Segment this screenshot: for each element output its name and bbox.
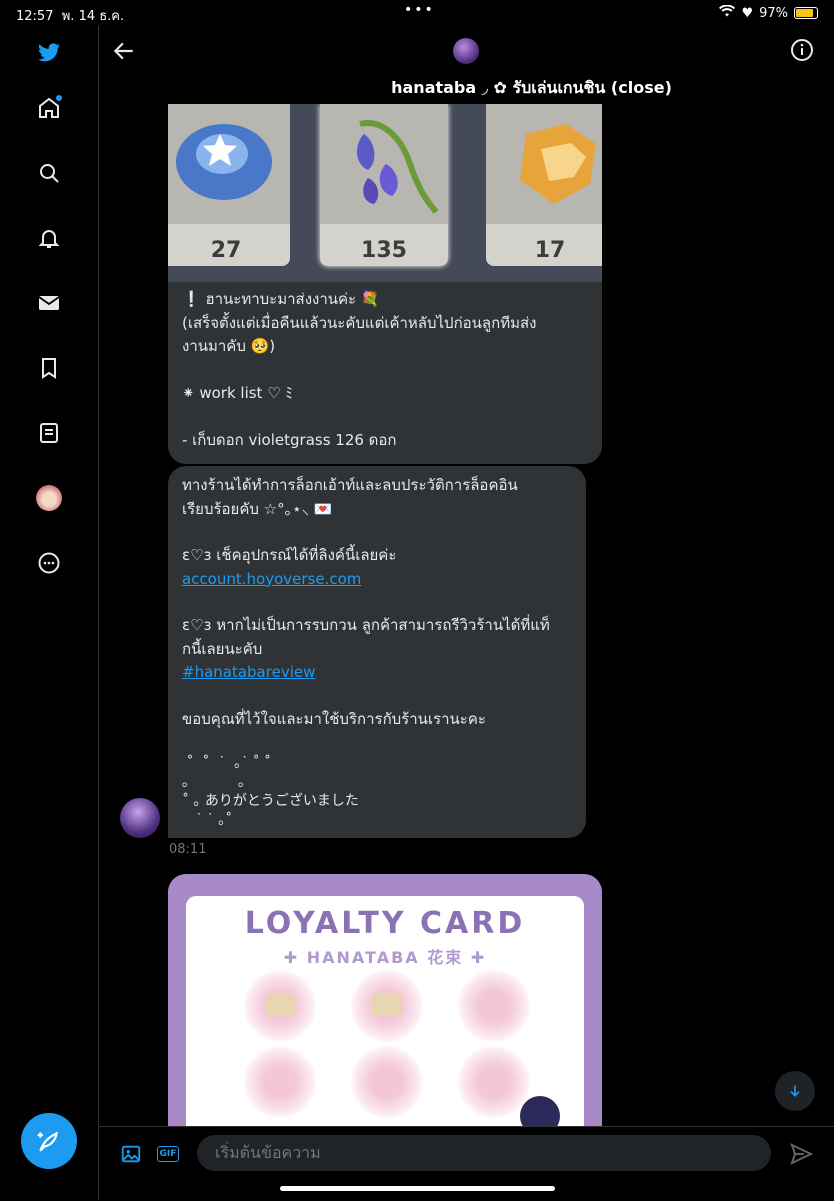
sender-avatar[interactable] — [120, 798, 160, 838]
message-text: ɛ♡з เช็คอุปกรณ์ได้ที่ลิงค์นี้เลยค่ะ — [182, 546, 397, 564]
notification-dot — [56, 95, 62, 101]
stamp-slot — [458, 970, 530, 1042]
send-icon[interactable] — [789, 1142, 813, 1166]
back-arrow-icon[interactable] — [111, 38, 137, 64]
stamp-slot — [351, 970, 423, 1042]
message-bubble: ทางร้านได้ทำการล็อกเอ้าท์และลบประวัติการ… — [168, 466, 586, 838]
mail-icon[interactable] — [30, 284, 68, 322]
status-bar: 12:57 พ. 14 ธ.ค. ••• ♥ 97% — [0, 0, 834, 26]
starconch-icon — [176, 124, 272, 200]
message-text: ❕ ฮานะทาบะมาส่งงานค่ะ 💐 (เสร็จตั้งแต่เมื… — [182, 290, 537, 449]
message-text: ขอบคุณที่ไว้ใจและมาใช้บริการกับร้านเรานะ… — [182, 709, 486, 728]
character-sticker-icon — [520, 1096, 560, 1126]
message-bubble: 27 135 17 ❕ ฮานะทาบะมาส่งงานค่ะ 💐 (เสร็จ… — [168, 104, 602, 464]
side-navigation — [0, 26, 99, 1200]
stamp-slot — [244, 970, 316, 1042]
dango-stamp-icon — [265, 994, 295, 1016]
conversation-title: hanataba ◞ ✿ รับเล่นเกนชิน (close) — [391, 78, 672, 97]
hashtag-link[interactable]: #hanatabareview — [182, 661, 572, 685]
message-timestamp: 08:11 — [169, 842, 207, 857]
status-right: ♥ 97% — [719, 4, 818, 21]
item-tile: 135 — [320, 104, 448, 266]
item-tile: 27 — [168, 104, 290, 266]
dango-stamp-icon — [372, 994, 402, 1016]
more-icon[interactable] — [30, 544, 68, 582]
attached-image[interactable]: 27 135 17 — [168, 104, 602, 282]
arrow-down-icon — [790, 1085, 800, 1097]
info-icon[interactable] — [790, 38, 814, 62]
multitask-dots[interactable]: ••• — [404, 2, 435, 18]
bell-icon[interactable] — [30, 219, 68, 257]
card-subtitle: ✚ HANATABA 花束 ✚ — [283, 948, 487, 967]
feather-plus-icon — [37, 1131, 58, 1152]
item-tile: 17 — [486, 104, 602, 266]
stamp-slot — [458, 1046, 530, 1118]
card-body: LOYALTY CARD ✚ HANATABA 花束 ✚ — [186, 896, 584, 1126]
message-input[interactable]: เริ่มต้นข้อความ — [197, 1135, 771, 1171]
twitter-logo-icon[interactable] — [30, 34, 68, 72]
violetgrass-icon — [356, 120, 439, 214]
conversation-header: hanataba ◞ ✿ รับเล่นเกนชิน (close) — [99, 26, 834, 102]
stamp-slot — [244, 1046, 316, 1118]
conversation-avatar[interactable] — [453, 38, 479, 64]
battery-icon — [794, 7, 818, 19]
home-indicator[interactable] — [280, 1186, 555, 1191]
lists-icon[interactable] — [30, 414, 68, 452]
card-title: LOYALTY CARD — [244, 906, 526, 941]
bookmark-icon[interactable] — [30, 349, 68, 387]
image-icon[interactable] — [119, 1142, 143, 1166]
gif-icon[interactable]: GIF — [156, 1142, 180, 1166]
search-icon[interactable] — [30, 154, 68, 192]
wifi-icon — [719, 4, 736, 21]
stamp-slot — [351, 1046, 423, 1118]
account-link[interactable]: account.hoyoverse.com — [182, 568, 572, 592]
compose-tweet-button[interactable] — [21, 1113, 77, 1169]
amber-crystal-icon — [520, 124, 596, 204]
message-text: ˚ ˚ ˙ ｡˙ ˚ ˚ ｡ ｡ ˚ ｡ ありがとうございました ˙ ˙ ｡˚ — [182, 755, 359, 828]
scroll-down-button[interactable] — [775, 1071, 815, 1111]
home-icon[interactable] — [30, 89, 68, 127]
status-time: 12:57 พ. 14 ธ.ค. — [16, 9, 125, 24]
message-text: ɛ♡з หากไม่เป็นการรบกวน ลูกค้าสามารถรีวิว… — [182, 616, 550, 658]
message-text: ทางร้านได้ทำการล็อกเอ้าท์และลบประวัติการ… — [182, 476, 518, 518]
loyalty-card-image[interactable]: LOYALTY CARD ✚ HANATABA 花束 ✚ — [168, 874, 602, 1126]
battery-percent: 97% — [759, 5, 788, 21]
heart-icon: ♥ — [741, 5, 754, 21]
profile-avatar[interactable] — [30, 479, 68, 517]
